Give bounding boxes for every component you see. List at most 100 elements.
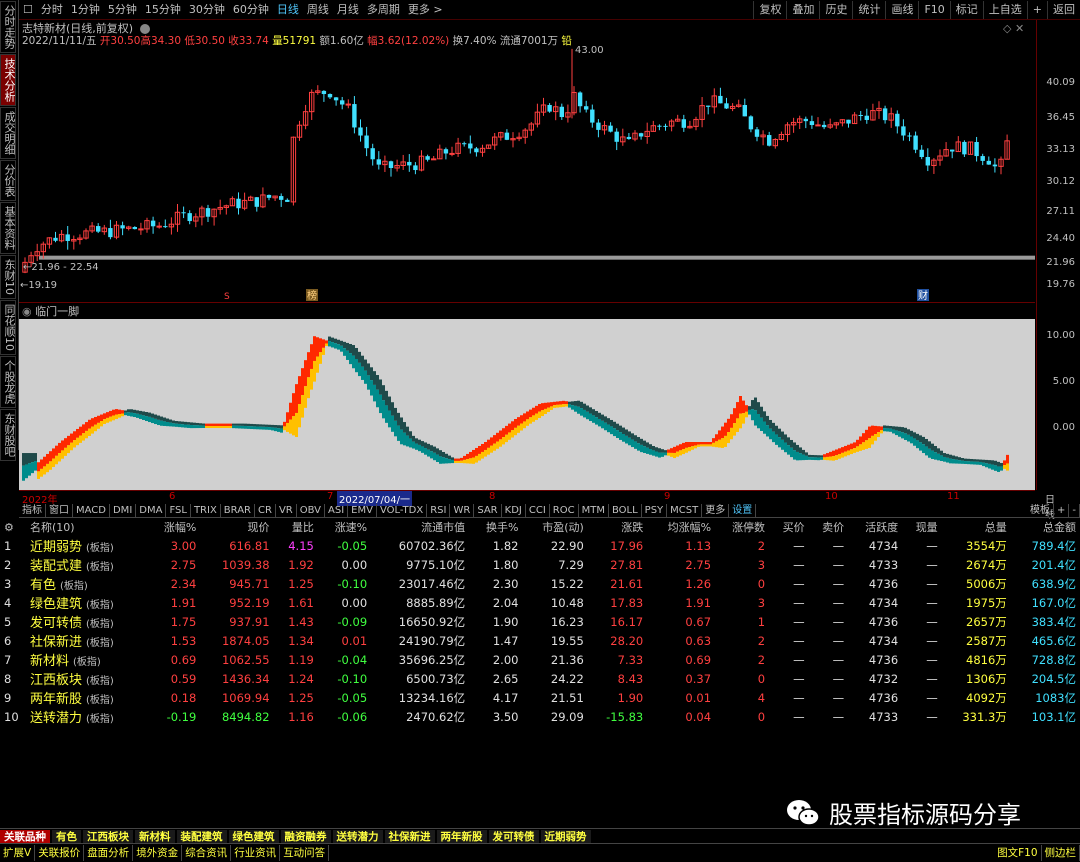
sector-tab-5[interactable]: 绿色建筑 [229,830,279,844]
settings-gear-icon[interactable]: ⚙ [0,518,26,536]
left-tab-8[interactable]: 东财股吧 [0,409,16,461]
status-button-2[interactable]: 盘面分析 [84,845,133,861]
sector-tab-3[interactable]: 新材料 [135,830,175,844]
toolbar-button-2[interactable]: 历史 [819,1,852,19]
row-name[interactable]: 新材料(板指) [26,650,147,669]
sector-tab-2[interactable]: 江西板块 [83,830,133,844]
indicator-tab-8[interactable]: CR [255,504,276,517]
indicator-tab-6[interactable]: TRIX [191,504,221,517]
toolbar-button-0[interactable]: 复权 [753,1,786,19]
indicator-tab-19[interactable]: ROC [550,504,579,517]
status-button-4[interactable]: 综合资讯 [182,845,231,861]
indicator-tab-0[interactable]: 指标 [19,504,46,517]
period-tab-9[interactable]: 多周期 [363,1,404,19]
column-header-5[interactable]: 流通市值 [371,518,469,536]
status-right-button-1[interactable]: 侧边栏 [1042,845,1080,861]
indicator-tab-15[interactable]: WR [450,504,474,517]
row-name[interactable]: 发可转债(板指) [26,612,147,631]
column-header-13[interactable]: 活跃度 [848,518,902,536]
column-header-15[interactable]: 总量 [942,518,1011,536]
indicator-tab-2[interactable]: MACD [73,504,110,517]
candlestick-chart[interactable]: 43.00←19.19←21.96 - 22.54S榜财 [19,20,1035,302]
indicator-tab-23[interactable]: MCST [667,504,702,517]
sector-tab-6[interactable]: 融资融券 [281,830,331,844]
toolbar-button-1[interactable]: 叠加 [786,1,819,19]
left-tab-5[interactable]: 东财10 [0,255,16,299]
left-tab-3[interactable]: 分价表 [0,160,16,201]
indicator-tab-right-0[interactable]: 模板 [1027,504,1054,517]
sector-tab-7[interactable]: 送转潜力 [333,830,383,844]
table-row[interactable]: 2装配式建(板指)2.751039.381.920.009775.10亿1.80… [0,555,1080,574]
column-header-16[interactable]: 总金额 [1011,518,1080,536]
sector-tab-11[interactable]: 近期弱势 [541,830,591,844]
table-row[interactable]: 7新材料(板指)0.691062.551.19-0.0435696.25亿2.0… [0,650,1080,669]
indicator-tab-25[interactable]: 设置 [729,504,756,517]
period-tab-5[interactable]: 60分钟 [229,1,273,19]
indicator-tab-16[interactable]: SAR [474,504,501,517]
column-header-2[interactable]: 现价 [200,518,273,536]
toolbar-button-5[interactable]: F10 [918,1,949,19]
toolbar-button-3[interactable]: 统计 [852,1,885,19]
table-row[interactable]: 5发可转债(板指)1.75937.911.43-0.0916650.92亿1.9… [0,612,1080,631]
row-name[interactable]: 近期弱势(板指) [26,536,147,555]
column-header-12[interactable]: 卖价 [809,518,849,536]
column-header-7[interactable]: 市盈(动) [522,518,587,536]
row-name[interactable]: 有色(板指) [26,574,147,593]
status-button-1[interactable]: 关联报价 [35,845,84,861]
period-tab-3[interactable]: 15分钟 [141,1,185,19]
gear-icon[interactable]: ☐ [19,1,37,19]
status-button-0[interactable]: 扩展V [0,845,35,861]
indicator-tab-12[interactable]: EMV [348,504,377,517]
left-tab-1[interactable]: 技术分析 [0,54,16,106]
left-tab-7[interactable]: 个股龙虎 [0,356,16,408]
column-header-11[interactable]: 买价 [769,518,809,536]
column-header-8[interactable]: 涨跌 [588,518,647,536]
left-tab-4[interactable]: 基本资料 [0,202,16,254]
status-button-3[interactable]: 境外资金 [133,845,182,861]
row-name[interactable]: 江西板块(板指) [26,669,147,688]
indicator-tab-22[interactable]: PSY [642,504,668,517]
row-name[interactable]: 两年新股(板指) [26,688,147,707]
indicator-tab-21[interactable]: BOLL [609,504,642,517]
indicator-tab-14[interactable]: RSI [427,504,450,517]
period-tab-1[interactable]: 1分钟 [67,1,104,19]
toolbar-button-7[interactable]: 上自选 [983,1,1027,19]
table-row[interactable]: 4绿色建筑(板指)1.91952.191.610.008885.89亿2.041… [0,593,1080,612]
column-header-3[interactable]: 量比 [274,518,318,536]
status-button-5[interactable]: 行业资讯 [231,845,280,861]
indicator-tab-5[interactable]: FSL [166,504,191,517]
indicator-tab-18[interactable]: CCI [526,504,550,517]
table-row[interactable]: 6社保新进(板指)1.531874.051.340.0124190.79亿1.4… [0,631,1080,650]
indicator-tab-4[interactable]: DMA [136,504,166,517]
indicator-tab-9[interactable]: VR [276,504,297,517]
indicator-chart[interactable] [19,302,1035,490]
table-row[interactable]: 9两年新股(板指)0.181069.941.25-0.0513234.16亿4.… [0,688,1080,707]
sector-tab-1[interactable]: 有色 [52,830,81,844]
table-row[interactable]: 3有色(板指)2.34945.711.25-0.1023017.46亿2.301… [0,574,1080,593]
indicator-tab-17[interactable]: KDJ [502,504,526,517]
period-tab-2[interactable]: 5分钟 [104,1,141,19]
table-row[interactable]: 10送转潜力(板指)-0.198494.821.16-0.062470.62亿3… [0,707,1080,726]
toolbar-button-6[interactable]: 标记 [950,1,983,19]
indicator-tab-right-2[interactable]: - [1069,504,1080,517]
period-tab-8[interactable]: 月线 [333,1,363,19]
left-tab-0[interactable]: 分时走势 [0,1,16,53]
table-row[interactable]: 1近期弱势(板指)3.00616.814.15-0.0560702.36亿1.8… [0,536,1080,555]
indicator-tab-7[interactable]: BRAR [221,504,255,517]
row-name[interactable]: 装配式建(板指) [26,555,147,574]
toolbar-button-4[interactable]: 画线 [885,1,918,19]
indicator-tab-11[interactable]: ASI [325,504,348,517]
period-tab-6[interactable]: 日线 [273,1,303,19]
period-tab-10[interactable]: 更多 > [404,1,447,19]
column-header-1[interactable]: 涨幅% [147,518,200,536]
sector-tab-9[interactable]: 两年新股 [437,830,487,844]
indicator-tab-20[interactable]: MTM [579,504,609,517]
left-tab-6[interactable]: 同花顺10 [0,300,16,355]
sector-tab-0[interactable]: 关联品种 [0,830,50,844]
toolbar-button-8[interactable]: + [1027,1,1047,19]
sector-tab-10[interactable]: 发可转债 [489,830,539,844]
indicator-tab-13[interactable]: VOL-TDX [377,504,427,517]
period-tab-7[interactable]: 周线 [303,1,333,19]
sector-tab-4[interactable]: 装配建筑 [177,830,227,844]
column-header-0[interactable]: 名称(10) [26,518,147,536]
